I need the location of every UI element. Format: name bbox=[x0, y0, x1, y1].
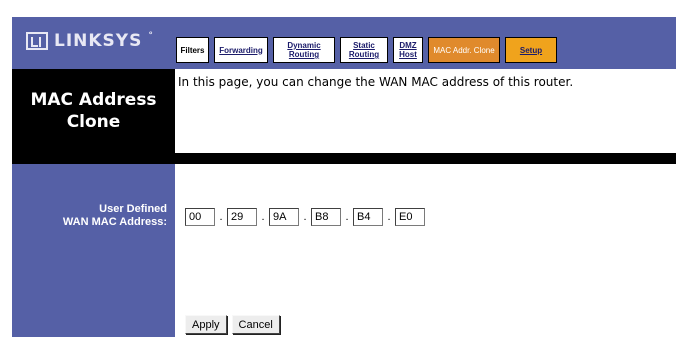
header-bar: LINKSYS ° Filters Forwarding Dynamic Rou… bbox=[12, 17, 676, 69]
tab-dynamic-routing[interactable]: Dynamic Routing bbox=[273, 37, 335, 63]
octet-separator: . bbox=[219, 211, 223, 223]
page-title-panel: MAC Address Clone bbox=[12, 69, 175, 153]
page-title: MAC Address Clone bbox=[30, 90, 157, 132]
wan-mac-address-label: User Defined WAN MAC Address: bbox=[62, 203, 167, 228]
brand-name: LINKSYS bbox=[54, 31, 143, 51]
page-description: In this page, you can change the WAN MAC… bbox=[178, 75, 574, 89]
octet-separator: . bbox=[261, 211, 265, 223]
button-row: Apply Cancel bbox=[185, 315, 280, 334]
cancel-button[interactable]: Cancel bbox=[231, 315, 280, 334]
linksys-logo-icon bbox=[26, 32, 48, 50]
tab-bar: Filters Forwarding Dynamic Routing Stati… bbox=[176, 37, 557, 63]
tab-dmz-host[interactable]: DMZ Host bbox=[393, 37, 423, 63]
mac-octet-6-input[interactable] bbox=[395, 208, 425, 226]
mac-octet-1-input[interactable] bbox=[185, 208, 215, 226]
linksys-logo: LINKSYS ° bbox=[26, 31, 154, 51]
description-panel: In this page, you can change the WAN MAC… bbox=[175, 69, 676, 153]
tab-filters[interactable]: Filters bbox=[176, 37, 209, 63]
tab-mac-addr-clone[interactable]: MAC Addr. Clone bbox=[428, 37, 500, 63]
mac-octet-5-input[interactable] bbox=[353, 208, 383, 226]
octet-separator: . bbox=[303, 211, 307, 223]
tab-forwarding[interactable]: Forwarding bbox=[214, 37, 268, 63]
tab-static-routing[interactable]: Static Routing bbox=[340, 37, 388, 63]
brand-mark: ° bbox=[148, 31, 154, 41]
form-label-panel: User Defined WAN MAC Address: bbox=[12, 164, 175, 337]
apply-button[interactable]: Apply bbox=[185, 315, 227, 334]
mac-octet-2-input[interactable] bbox=[227, 208, 257, 226]
mac-octet-3-input[interactable] bbox=[269, 208, 299, 226]
router-admin-frame: LINKSYS ° Filters Forwarding Dynamic Rou… bbox=[12, 17, 676, 337]
tab-setup[interactable]: Setup bbox=[505, 37, 557, 63]
mac-octet-4-input[interactable] bbox=[311, 208, 341, 226]
form-panel: . . . . . Apply Cancel bbox=[175, 164, 676, 337]
octet-separator: . bbox=[387, 211, 391, 223]
mac-address-row: . . . . . bbox=[185, 208, 425, 226]
octet-separator: . bbox=[345, 211, 349, 223]
